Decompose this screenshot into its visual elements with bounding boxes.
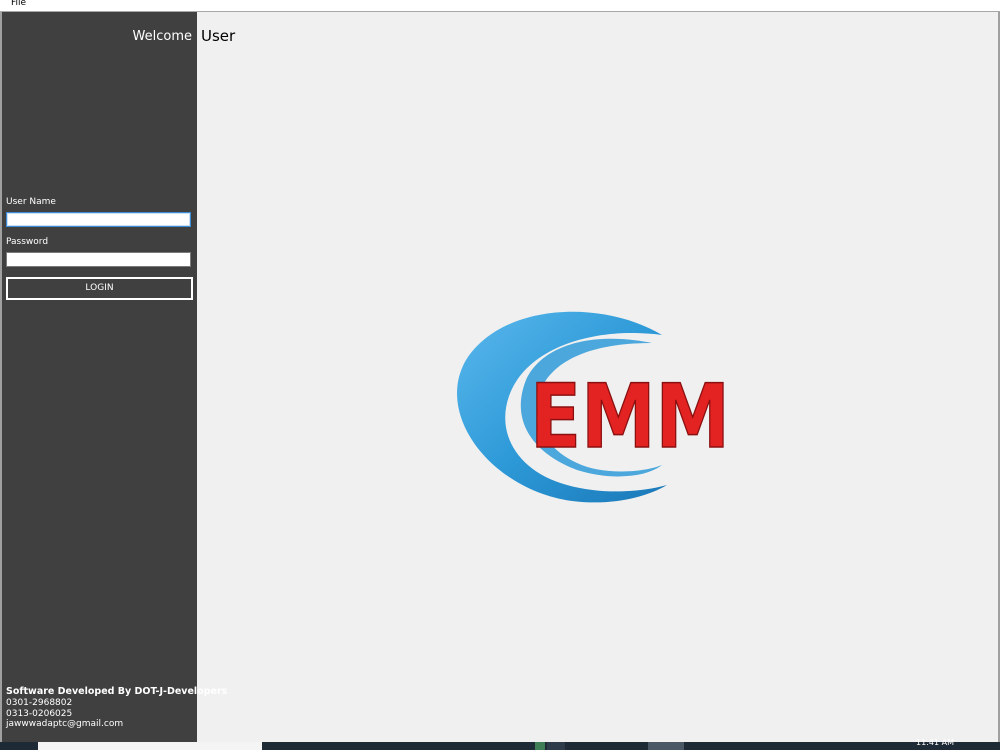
menu-file[interactable]: File	[11, 0, 26, 9]
password-input[interactable]	[6, 252, 191, 267]
current-user-label: User	[201, 27, 236, 45]
taskbar-app-icon[interactable]	[535, 742, 545, 750]
welcome-label: Welcome	[132, 29, 192, 44]
taskbar-app-icon[interactable]	[547, 742, 565, 750]
username-input[interactable]	[6, 212, 191, 227]
emm-logo: EMM	[457, 311, 731, 503]
developer-phone-2: 0313-0206025	[6, 708, 73, 719]
taskbar: 11:41 AM	[0, 738, 1000, 750]
taskbar-search-box[interactable]	[38, 742, 262, 750]
username-label: User Name	[6, 197, 56, 207]
developer-email: jawwwadaptc@gmail.com	[6, 719, 124, 729]
login-button[interactable]: LOGIN	[6, 277, 193, 300]
taskbar-clock: 11:41 AM	[916, 738, 954, 747]
logo-text: EMM	[530, 365, 730, 468]
developer-phone-1: 0301-2968802	[6, 698, 73, 708]
developer-info: Software Developed By DOT-J-Developers 0…	[6, 686, 228, 730]
password-label: Password	[6, 237, 49, 247]
taskbar-app-icon[interactable]	[648, 742, 684, 750]
menu-bar: File	[0, 0, 1000, 12]
developer-title: Software Developed By DOT-J-Developers	[6, 686, 228, 697]
login-sidebar: Welcome User Name Password LOGIN Softwar…	[2, 12, 228, 742]
